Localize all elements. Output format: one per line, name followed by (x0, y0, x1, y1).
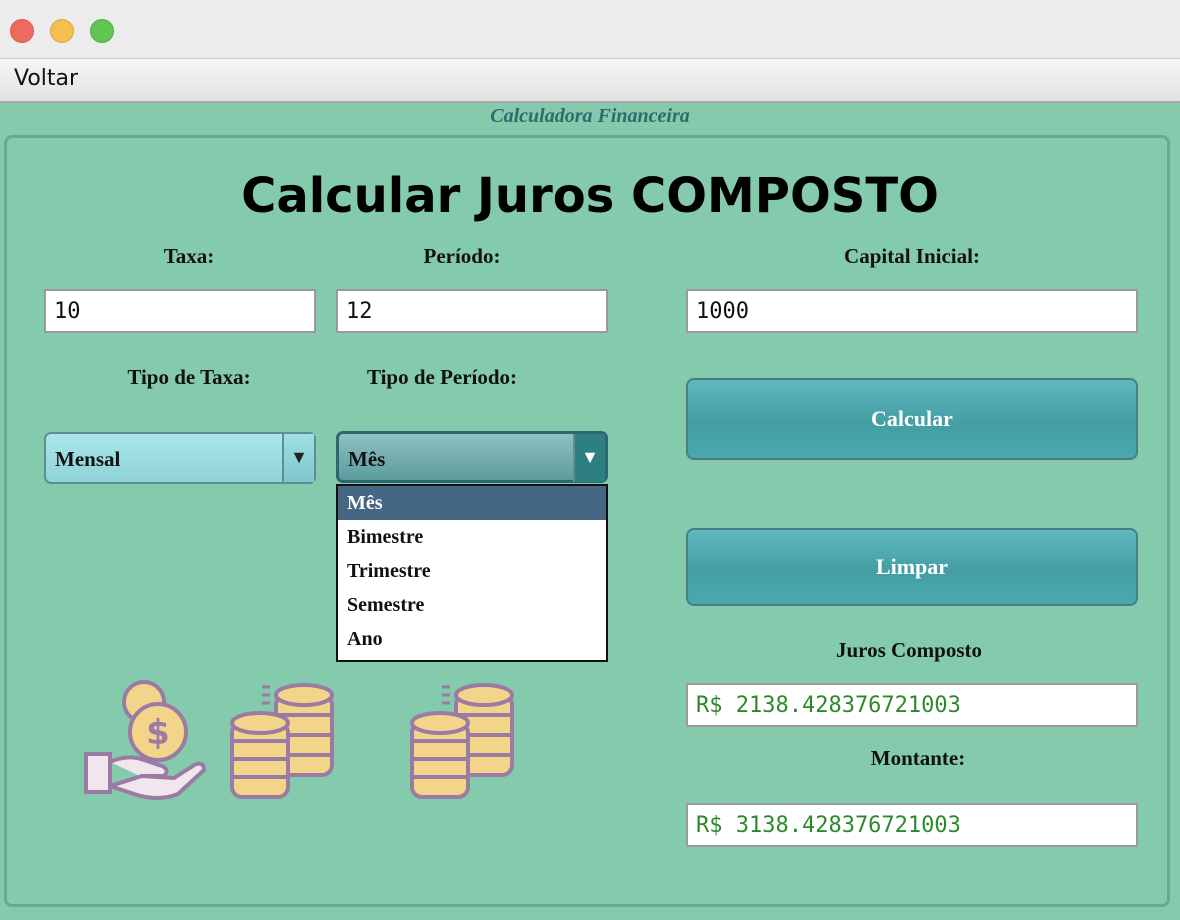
capital-label: Capital Inicial: (844, 244, 980, 268)
menubar: Voltar (0, 59, 1180, 103)
svg-text:$: $ (146, 713, 170, 753)
limpar-button[interactable]: Limpar (686, 528, 1138, 606)
tipo-taxa-select[interactable]: Mensal ▼ (44, 432, 316, 484)
tipo-periodo-select[interactable]: Mês ▼ (336, 431, 608, 483)
capital-input[interactable]: 1000 (686, 289, 1138, 333)
taxa-input[interactable]: 10 (44, 289, 316, 333)
tipo-taxa-label: Tipo de Taxa: (127, 365, 251, 389)
taxa-label: Taxa: (163, 244, 215, 268)
dropdown-option-mes[interactable]: Mês (338, 486, 606, 520)
window-titlebar (0, 0, 1180, 59)
juros-output[interactable]: R$ 2138.428376721003 (686, 683, 1138, 727)
dropdown-option-bimestre[interactable]: Bimestre (338, 520, 606, 554)
tipo-periodo-label: Tipo de Período: (366, 365, 518, 389)
coin-stacks-icon (230, 683, 334, 799)
frame-title: Calculadora Financeira (490, 105, 690, 127)
page-title: Calcular Juros COMPOSTO (241, 168, 939, 224)
tipo-periodo-dropdown-list: Mês Bimestre Trimestre Semestre Ano (336, 484, 608, 662)
close-window-button[interactable] (10, 19, 34, 43)
maximize-window-button[interactable] (90, 19, 114, 43)
montante-label: Montante: (870, 746, 966, 770)
periodo-label: Período: (423, 244, 501, 268)
tipo-periodo-selected: Mês (348, 447, 386, 471)
chevron-down-icon[interactable]: ▼ (573, 434, 605, 482)
periodo-input[interactable]: 12 (336, 289, 608, 333)
coin-stacks-icon (410, 683, 514, 799)
juros-label: Juros Composto (835, 638, 983, 662)
dropdown-option-semestre[interactable]: Semestre (338, 588, 606, 622)
dropdown-option-ano[interactable]: Ano (338, 622, 606, 656)
menu-voltar[interactable]: Voltar (14, 66, 78, 91)
dropdown-option-trimestre[interactable]: Trimestre (338, 554, 606, 588)
chevron-down-icon[interactable]: ▼ (282, 434, 314, 482)
minimize-window-button[interactable] (50, 19, 74, 43)
montante-output[interactable]: R$ 3138.428376721003 (686, 803, 1138, 847)
calcular-button[interactable]: Calcular (686, 378, 1138, 460)
hand-money-icon: $ (84, 680, 206, 800)
tipo-taxa-selected: Mensal (55, 447, 121, 471)
